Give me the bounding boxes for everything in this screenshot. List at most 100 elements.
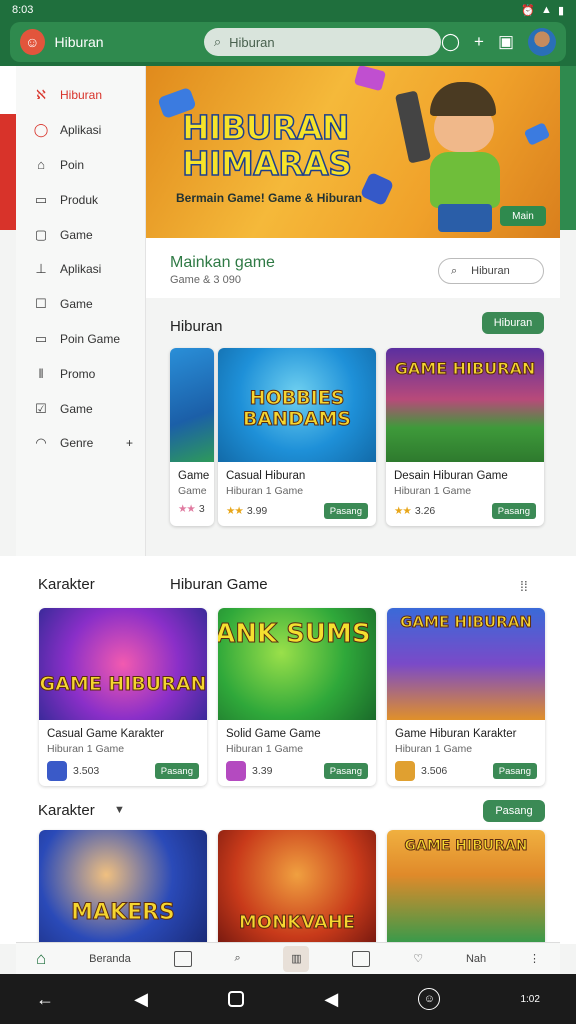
game-card[interactable]: MONKVAHE <box>218 830 376 942</box>
mascot-tool <box>394 90 432 164</box>
info-subtitle: Game & 3 090 <box>170 274 241 286</box>
game-rating-row: 3.39 Pasang <box>226 761 368 781</box>
nav-beranda[interactable]: Beranda <box>89 953 131 965</box>
game-thumbnail-title: HANK SUMS <box>218 619 371 649</box>
apps-icon[interactable] <box>352 950 371 967</box>
game-card[interactable]: GAME HIBURAN <box>387 830 545 942</box>
game-rating: 3.26 <box>414 505 436 517</box>
info-search-label: Hiburan <box>471 265 510 277</box>
featured-pill-button[interactable]: Hiburan <box>482 312 544 334</box>
game-name: Game Hiburan Karakter <box>395 728 517 740</box>
game-name: Casual Game Karakter <box>47 728 164 740</box>
pause-icon: ‖ <box>38 366 44 382</box>
home-button-icon[interactable] <box>228 991 245 1007</box>
chat-icon: ▭ <box>34 330 48 346</box>
back-arrow-icon[interactable]: ← <box>36 989 54 1010</box>
game-name: Casual Hiburan <box>226 470 306 482</box>
game-thumbnail-title: GAME HIBURAN <box>39 673 207 695</box>
drawer-item-game-2[interactable]: ☐ Game <box>16 287 145 322</box>
info-search-button[interactable]: ⌕ Hiburan <box>438 258 544 284</box>
gallery-icon[interactable] <box>173 950 192 967</box>
install-button[interactable]: Pasang <box>323 763 368 779</box>
chevron-down-icon[interactable]: ▼ <box>114 804 125 816</box>
game-rating-row: ★★ 3.26 Pasang <box>394 503 536 519</box>
hero-title-line1: HIBURAN <box>181 108 350 147</box>
drawer-item-label: Hiburan <box>60 88 103 103</box>
side-drawer: ℵ Hiburan ◯ Aplikasi ⌂ Poin ▭ Produk ▢ Game ⊥… <box>16 66 146 556</box>
info-title: Mainkan game <box>170 254 275 271</box>
section2-title-left: Karakter <box>38 576 95 593</box>
game-card[interactable]: GAME HIBURAN Casual Game Karakter Hibura… <box>39 608 207 786</box>
game-card[interactable]: HOBBIES BANDAMS Casual Hiburan Hiburan 1… <box>218 348 376 526</box>
library-icon[interactable]: ▥ <box>283 945 310 972</box>
game-card[interactable]: HANK SUMS Solid Game Game Hiburan 1 Game… <box>218 608 376 786</box>
edit-icon: ☐ <box>35 296 47 312</box>
add-icon[interactable]: + <box>474 32 484 52</box>
search-nav-icon[interactable]: ⌕ <box>234 952 240 965</box>
game-card[interactable]: GAME HIBURAN Desain Hiburan Game Hiburan… <box>386 348 544 526</box>
drawer-item-label: Game <box>60 401 93 416</box>
game-meta: Hiburan 1 Game <box>395 743 473 755</box>
search-input[interactable]: ⌕ Hiburan <box>203 28 441 56</box>
drawer-item-produk[interactable]: ▭ Produk <box>16 182 145 217</box>
star-rating-icon: ★★ <box>394 505 412 517</box>
game-card[interactable]: Game Game ★★ 3 <box>170 348 214 526</box>
info-icon[interactable]: ◯ <box>441 32 460 52</box>
drawer-item-aplikasi[interactable]: ◯ Aplikasi <box>16 113 145 148</box>
drawer-item-aplikasi-2[interactable]: ⊥ Aplikasi <box>16 252 145 287</box>
status-icons: ⏰ ▲ ▮ <box>521 4 564 17</box>
drawer-item-promo[interactable]: ‖ Promo <box>16 356 145 391</box>
drawer-item-hiburan[interactable]: ℵ Hiburan <box>16 78 145 113</box>
game-rating: 3.99 <box>246 505 268 517</box>
game-thumbnail-title: GAME HIBURAN <box>400 613 533 632</box>
system-clock: 1:02 <box>520 993 540 1005</box>
app-logo-icon[interactable]: ☺ <box>20 29 45 55</box>
system-navigation-bar: ← ◀ ◀ ☺ 1:02 <box>0 974 576 1024</box>
drawer-item-poin-game[interactable]: ▭ Poin Game <box>16 322 145 357</box>
drawer-item-genre[interactable]: ◠ Genre + <box>16 426 145 461</box>
drawer-item-label: Promo <box>60 366 96 381</box>
install-button[interactable]: Pasang <box>154 763 199 779</box>
install-button[interactable]: Pasang <box>491 503 536 519</box>
drawer-item-label: Aplikasi <box>60 262 102 277</box>
install-button[interactable]: Pasang <box>323 503 368 519</box>
hero-button[interactable]: Main <box>500 206 546 226</box>
assistant-icon[interactable]: ☺ <box>418 988 441 1010</box>
favorites-icon[interactable]: ♡ <box>413 952 423 965</box>
section3-pill-button[interactable]: Pasang <box>483 800 545 822</box>
top-app-bar-inner: ☺ Hiburan ⌕ Hiburan ◯ + ▣ <box>10 22 566 62</box>
status-bar: 8:03 ⏰ ▲ ▮ <box>0 0 576 20</box>
drawer-item-label: Game <box>60 297 93 312</box>
game-card[interactable]: GAME HIBURAN Game Hiburan Karakter Hibur… <box>387 608 545 786</box>
game-rating-row: ★★ 3.99 Pasang <box>226 503 368 519</box>
more-vert-icon[interactable]: ⋮ <box>529 952 540 965</box>
game-card[interactable]: MAKERS <box>39 830 207 942</box>
more-dots-icon[interactable]: ⁞⁞ <box>520 578 528 594</box>
circle-icon: ◯ <box>33 122 49 138</box>
drawer-item-game[interactable]: ▢ Game <box>16 217 145 252</box>
recents-icon[interactable]: ◀ <box>324 989 338 1010</box>
hero-banner[interactable]: HIBURAN HIMARAS Bermain Game! Game & Hib… <box>146 66 560 238</box>
signal-icon: ▲ <box>541 3 552 16</box>
info-section: Mainkan game Game & 3 090 ⌕ Hiburan <box>146 238 560 298</box>
game-rating-row: 3.506 Pasang <box>395 761 537 781</box>
avatar[interactable] <box>528 28 556 56</box>
install-button[interactable]: Pasang <box>492 763 537 779</box>
game-thumbnail <box>170 348 214 462</box>
drawer-item-poin[interactable]: ⌂ Poin <box>16 148 145 183</box>
game-mini-icon <box>47 761 67 781</box>
hero-title-line2: HIMARAS <box>181 144 352 183</box>
back-triangle-icon[interactable]: ◀ <box>134 989 148 1010</box>
mascot-legs <box>438 204 492 232</box>
expand-plus-icon[interactable]: + <box>126 436 133 450</box>
hero-title: HIBURAN HIMARAS <box>181 108 352 183</box>
drawer-item-game-3[interactable]: ☑ Game <box>16 391 145 426</box>
left-edge <box>0 66 16 230</box>
game-thumbnail: MONKVAHE <box>218 830 376 942</box>
gem-decoration <box>523 122 551 146</box>
drawer-item-label: Poin <box>60 157 85 172</box>
home-icon[interactable]: ⌂ <box>36 949 46 969</box>
calendar-icon[interactable]: ▣ <box>498 32 514 52</box>
nav-nah[interactable]: Nah <box>466 953 486 965</box>
game-name: Game <box>178 470 210 482</box>
